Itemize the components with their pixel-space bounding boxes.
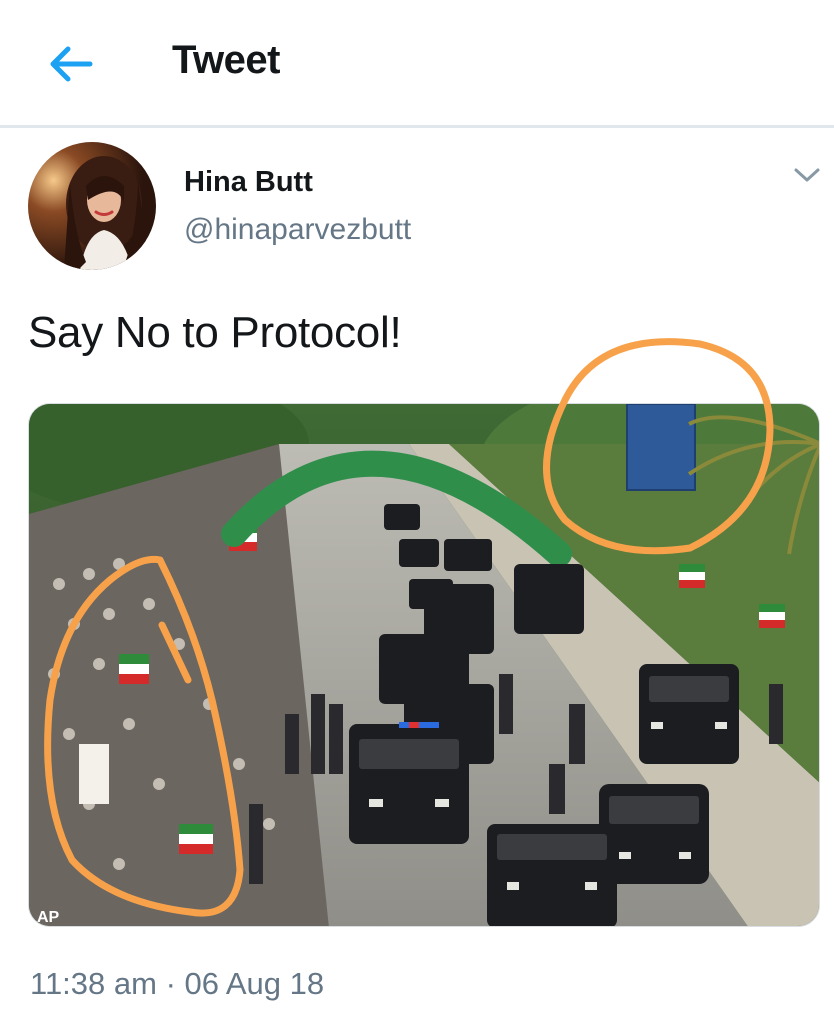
arrow-left-icon xyxy=(46,44,94,89)
page-title: Tweet xyxy=(172,38,280,82)
top-app-bar: Tweet xyxy=(0,0,834,128)
avatar[interactable] xyxy=(28,142,156,270)
tweet-timestamp: 11:38 am · 06 Aug 18 xyxy=(30,966,325,1001)
chevron-down-icon xyxy=(793,166,821,189)
photo-watermark: AP xyxy=(37,909,60,926)
author-handle[interactable]: @hinaparvezbutt xyxy=(184,213,411,247)
tweet-photo[interactable]: AP xyxy=(28,403,820,927)
motorcade-photo: AP xyxy=(29,404,819,926)
tweet-menu-button[interactable] xyxy=(790,160,824,194)
author-name[interactable]: Hina Butt xyxy=(184,166,313,199)
tweet-text: Say No to Protocol! xyxy=(28,308,402,357)
back-button[interactable] xyxy=(40,40,100,92)
